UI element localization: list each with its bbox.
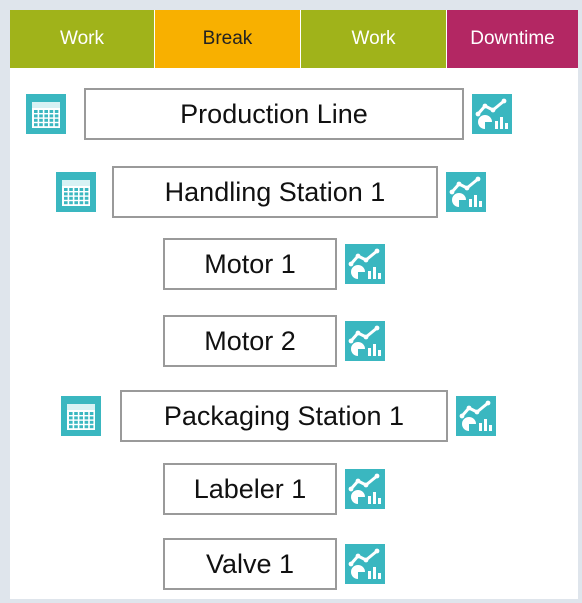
analytics-chart-icon[interactable] (446, 172, 486, 212)
node-handling-station-1: Handling Station 1 (56, 166, 486, 218)
node-valve-1: Valve 1 (163, 538, 385, 590)
calendar-icon[interactable] (26, 94, 66, 134)
analytics-chart-icon[interactable] (345, 544, 385, 584)
tab-downtime[interactable]: Downtime (446, 10, 578, 68)
analytics-chart-icon[interactable] (456, 396, 496, 436)
calendar-icon[interactable] (61, 396, 101, 436)
analytics-chart-icon[interactable] (345, 321, 385, 361)
node-production-line: Production Line (26, 88, 512, 140)
tab-label: Break (202, 28, 253, 49)
analytics-chart-icon[interactable] (345, 244, 385, 284)
node-label-button[interactable]: Motor 2 (163, 315, 337, 367)
node-label-button[interactable]: Labeler 1 (163, 463, 337, 515)
node-labeler-1: Labeler 1 (163, 463, 385, 515)
node-motor-2: Motor 2 (163, 315, 385, 367)
node-label-button[interactable]: Packaging Station 1 (120, 390, 448, 442)
tab-work-1[interactable]: Work (10, 10, 154, 68)
analytics-chart-icon[interactable] (345, 469, 385, 509)
node-label-button[interactable]: Production Line (84, 88, 464, 140)
analytics-chart-icon[interactable] (472, 94, 512, 134)
node-label-button[interactable]: Motor 1 (163, 238, 337, 290)
state-legend-bar: Work Break Work Downtime (10, 10, 578, 68)
node-motor-1: Motor 1 (163, 238, 385, 290)
tab-label: Downtime (470, 28, 555, 49)
node-label-button[interactable]: Handling Station 1 (112, 166, 438, 218)
tab-break[interactable]: Break (154, 10, 300, 68)
calendar-icon[interactable] (56, 172, 96, 212)
tab-work-2[interactable]: Work (300, 10, 446, 68)
tab-label: Work (351, 28, 396, 49)
node-label-button[interactable]: Valve 1 (163, 538, 337, 590)
tab-label: Work (60, 28, 104, 49)
node-packaging-station-1: Packaging Station 1 (61, 390, 496, 442)
